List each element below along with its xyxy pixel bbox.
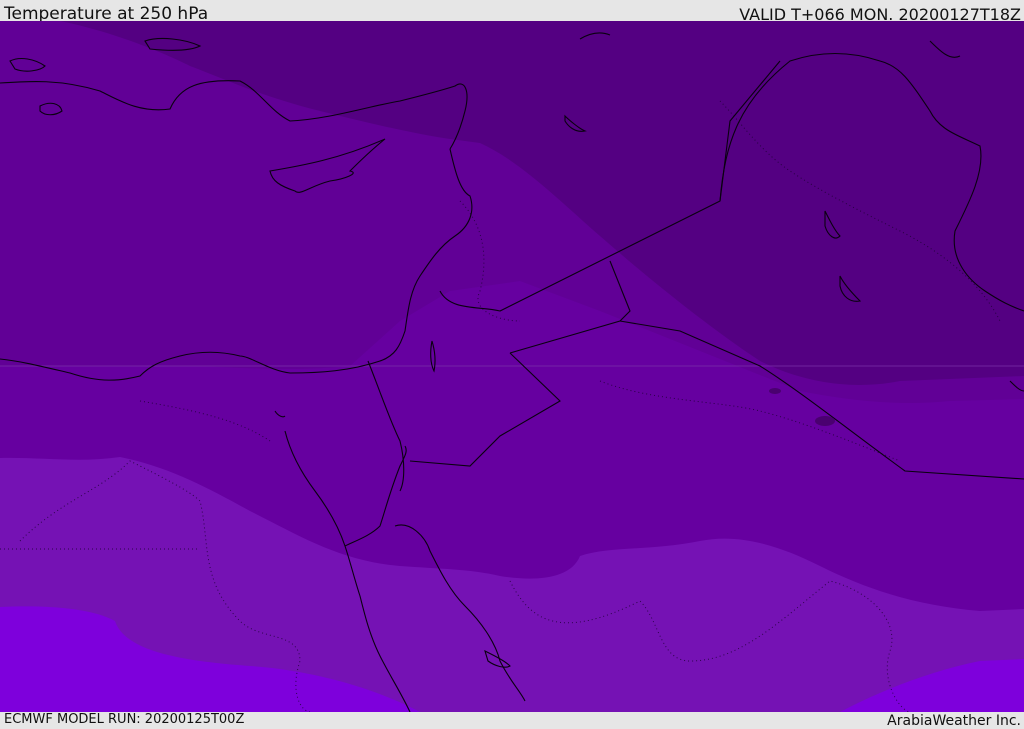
credit-label: ArabiaWeather Inc.	[887, 713, 1021, 729]
temperature-map[interactable]	[0, 21, 1024, 712]
header-bar: Temperature at 250 hPa VALID T+066 MON. …	[0, 0, 1024, 24]
lake-feature	[769, 388, 781, 394]
model-run-label: ECMWF MODEL RUN: 20200125T00Z	[4, 712, 245, 727]
lake-feature	[815, 416, 835, 426]
footer-bar: ECMWF MODEL RUN: 20200125T00Z ArabiaWeat…	[0, 712, 1024, 729]
